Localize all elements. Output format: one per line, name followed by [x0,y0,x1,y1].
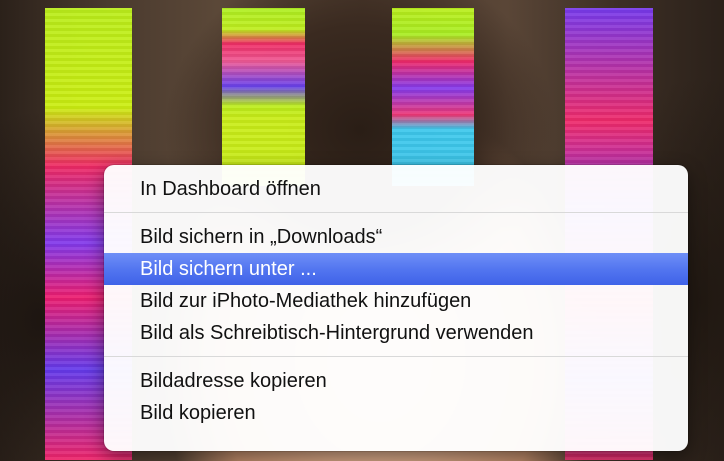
menu-item-save-image-as[interactable]: Bild sichern unter ... [104,253,688,285]
menu-item-add-to-iphoto[interactable]: Bild zur iPhoto-Mediathek hinzufügen [104,285,688,317]
menu-item-open-in-dashboard[interactable]: In Dashboard öffnen [104,173,688,205]
menu-item-save-image-to-downloads[interactable]: Bild sichern in „Downloads“ [104,221,688,253]
menu-item-set-desktop-background[interactable]: Bild als Schreibtisch-Hintergrund verwen… [104,317,688,349]
menu-separator [104,356,688,357]
color-stripe-2 [222,8,305,186]
menu-separator [104,212,688,213]
desktop-canvas: In Dashboard öffnen Bild sichern in „Dow… [0,0,724,461]
menu-item-copy-image[interactable]: Bild kopieren [104,397,688,429]
context-menu: In Dashboard öffnen Bild sichern in „Dow… [104,165,688,451]
menu-item-copy-image-address[interactable]: Bildadresse kopieren [104,365,688,397]
color-stripe-3 [392,8,474,186]
